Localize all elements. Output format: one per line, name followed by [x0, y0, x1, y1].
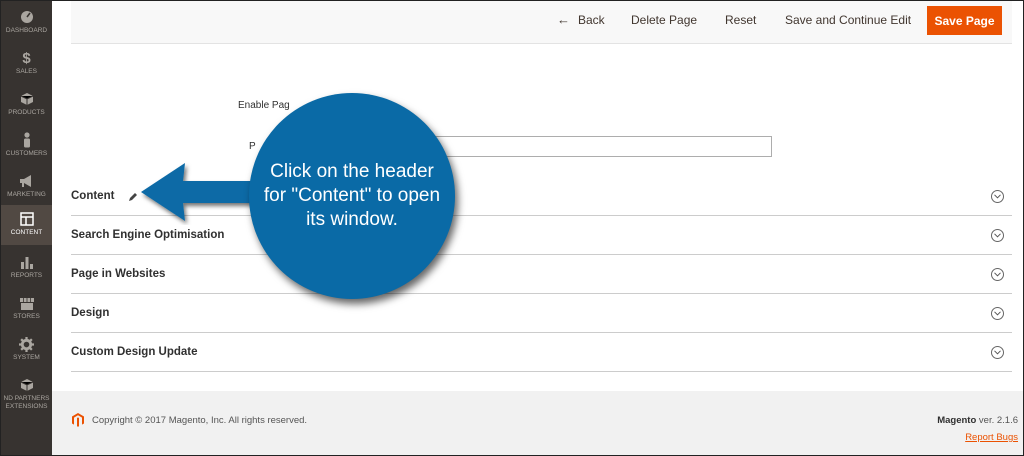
reset-label: Reset [725, 12, 757, 27]
section-page-in-websites[interactable]: Page in Websites [71, 255, 1012, 294]
section-design[interactable]: Design [71, 294, 1012, 333]
delete-page-button[interactable]: Delete Page [631, 1, 697, 38]
sidebar-label-content: Content [10, 229, 43, 236]
section-design-title: Design [71, 307, 110, 319]
page-footer: Copyright © 2017 Magento, Inc. All right… [52, 391, 1023, 455]
save-page-label: Save Page [934, 13, 995, 28]
sidebar-label-marketing: Marketing [7, 191, 46, 198]
save-continue-button[interactable]: Save and Continue Edit [785, 1, 911, 38]
dollar-icon: $ [22, 49, 31, 67]
chevron-down-icon[interactable] [991, 307, 1004, 320]
sidebar-label-products: Products [8, 109, 45, 116]
section-custom-design-update[interactable]: Custom Design Update [71, 333, 1012, 372]
reset-button[interactable]: Reset [725, 1, 756, 38]
gear-icon [18, 336, 36, 352]
sidebar-item-content[interactable]: Content [1, 205, 52, 245]
brand-name: Magento [937, 415, 977, 426]
section-content-title: Content [71, 190, 115, 202]
magento-logo-icon [72, 413, 84, 427]
dashboard-icon [18, 9, 36, 25]
sidebar-label-stores: Stores [13, 313, 40, 320]
admin-sidebar: Dashboard $ Sales Products Customers Mar… [1, 1, 52, 455]
sidebar-label-partners-line1: nd Partners [3, 395, 50, 402]
chevron-down-icon[interactable] [991, 190, 1004, 203]
sidebar-label-customers: Customers [5, 150, 48, 157]
section-websites-title: Page in Websites [71, 268, 166, 280]
storefront-icon [18, 295, 36, 311]
callout-text: Click on the header for "Content" to ope… [263, 161, 441, 230]
save-page-button[interactable]: Save Page [927, 6, 1002, 35]
version-number: ver. 2.1.6 [976, 415, 1018, 426]
page-title-label: P [249, 141, 256, 152]
chevron-down-icon[interactable] [991, 346, 1004, 359]
sidebar-label-partners-line2: Extensions [5, 403, 48, 410]
section-custom-design-title: Custom Design Update [71, 346, 198, 358]
sidebar-item-sales[interactable]: $ Sales [1, 44, 52, 84]
sidebar-item-stores[interactable]: Stores [1, 289, 52, 329]
sidebar-item-partners[interactable]: nd Partners Extensions [1, 371, 52, 415]
pencil-icon[interactable] [127, 190, 139, 202]
bar-chart-icon [18, 254, 36, 270]
page-title-input[interactable] [416, 136, 772, 157]
report-bugs-link[interactable]: Report Bugs [965, 432, 1018, 443]
chevron-down-icon[interactable] [991, 229, 1004, 242]
cube-icon [18, 377, 36, 393]
back-label: Back [578, 12, 605, 27]
back-arrow-icon: ← [557, 12, 570, 27]
sidebar-label-sales: Sales [16, 68, 37, 75]
person-icon [18, 132, 36, 148]
delete-page-label: Delete Page [631, 12, 698, 27]
copyright-text: Copyright © 2017 Magento, Inc. All right… [92, 415, 308, 426]
sidebar-item-dashboard[interactable]: Dashboard [1, 3, 52, 43]
instruction-callout: Click on the header for "Content" to ope… [249, 93, 455, 299]
megaphone-icon [18, 173, 36, 189]
sidebar-label-reports: Reports [10, 272, 43, 279]
sidebar-item-products[interactable]: Products [1, 85, 52, 125]
version-text: Magento ver. 2.1.6 [937, 415, 1018, 426]
sidebar-item-system[interactable]: System [1, 330, 52, 370]
sidebar-item-reports[interactable]: Reports [1, 248, 52, 288]
sidebar-item-marketing[interactable]: Marketing [1, 167, 52, 207]
chevron-down-icon[interactable] [991, 268, 1004, 281]
sidebar-item-customers[interactable]: Customers [1, 126, 52, 166]
layout-icon [18, 211, 36, 227]
enable-page-label: Enable Pag [238, 100, 290, 111]
admin-window: Dashboard $ Sales Products Customers Mar… [0, 0, 1024, 456]
box-icon [18, 91, 36, 107]
sidebar-label-dashboard: Dashboard [5, 27, 48, 34]
back-button[interactable]: ← Back [557, 1, 605, 38]
sidebar-label-system: System [13, 354, 40, 361]
save-continue-label: Save and Continue Edit [785, 12, 912, 27]
